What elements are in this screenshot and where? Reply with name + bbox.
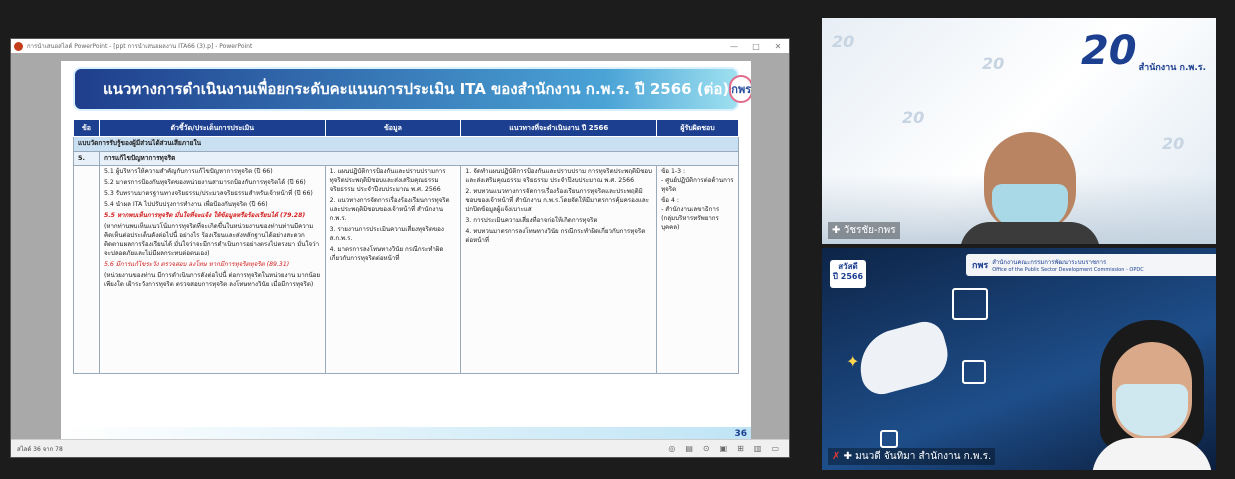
close-button[interactable]: ✕ — [767, 42, 789, 51]
ppt-window-title: การนำเสนอสไลด์ PowerPoint - [ppt การนำเส… — [27, 43, 253, 50]
slideshow-icon[interactable]: ▭ — [771, 444, 779, 453]
note-text: (หน่วยงานของท่าน มีการดำเนินการดังต่อไปน… — [103, 271, 321, 288]
meeting-screen: การนำเสนอสไลด์ PowerPoint - [ppt การนำเส… — [0, 0, 1235, 479]
header-indicator: ตัวชี้วัด/ประเด็นการประเมิน — [98, 118, 326, 138]
notes-icon[interactable]: ◎ — [668, 444, 675, 453]
list-item: 5.2 มาตรการป้องกันทุจริตของหน่วยงานสามาร… — [103, 178, 306, 186]
logo-subtext: สำนักงาน ก.พ.ร. — [1138, 63, 1206, 74]
participant-name-tag: ✚ วัชรชัย-กพร — [828, 222, 900, 239]
list-item: 2. ทบทวนแนวทางการจัดการเรื่องร้องเรียนกา… — [465, 187, 649, 213]
slide-header: แนวทางการดำเนินงานเพื่อยกระดับคะแนนการปร… — [73, 67, 751, 111]
powerpoint-window[interactable]: การนำเสนอสไลด์ PowerPoint - [ppt การนำเส… — [10, 38, 790, 458]
slide-counter: สไลด์ 36 จาก 78 — [17, 445, 63, 453]
comments-icon[interactable]: ▤ — [685, 444, 693, 453]
pin-icon: ✚ — [843, 451, 852, 462]
section-title: แบบวัดการรับรู้ของผู้มีส่วนได้ส่วนเสียภา… — [73, 136, 739, 152]
maximize-button[interactable]: □ — [745, 42, 767, 51]
ita-table: ข้อ ตัวชี้วัด/ประเด็นการประเมิน ข้อมูล แ… — [73, 118, 740, 374]
reindeer-decoration — [851, 317, 955, 399]
slide[interactable]: แนวทางการดำเนินงานเพื่อยกระดับคะแนนการปร… — [61, 61, 751, 441]
slide-title: แนวทางการดำเนินงานเพื่อยกระดับคะแนนการปร… — [103, 80, 730, 98]
highlight-item: 5.5 หากพบเห็นการทุจริต มั่นใจที่จะแจ้ง ใ… — [103, 211, 306, 219]
greeting-badge: สวัสดี ปี 2566 — [830, 260, 866, 288]
highlight-item: 5.6 มีการแก้ไขระวัง ตรวจสอบ ลงโทษ หากมีก… — [103, 260, 290, 268]
list-item: 5.3 รับทราบมาตรฐานทางจริยธรรม/ประมวลจริย… — [103, 189, 313, 197]
participant-name: วัชรชัย-กพร — [843, 225, 896, 236]
gift-icon — [962, 360, 986, 384]
list-item: 3. การประเมินความเสี่ยงที่อาจก่อให้เกิดก… — [465, 216, 598, 224]
powerpoint-icon — [14, 41, 23, 51]
list-item: 5.1 ผู้บริหารให้ความสำคัญกับการแก้ไขปัญห… — [103, 167, 273, 175]
slide-sorter-icon[interactable]: ⊞ — [737, 444, 744, 453]
participant-video — [1092, 320, 1212, 470]
watermark-20: 20 — [902, 108, 925, 127]
gift-icon — [880, 430, 898, 448]
slide-area: แนวทางการดำเนินงานเพื่อยกระดับคะแนนการปร… — [11, 53, 789, 441]
opdc-logo: กพร — [972, 261, 989, 271]
list-item: 5.4 นำผล ITA ไปปรับปรุงการทำงาน เพื่อป้อ… — [103, 200, 268, 208]
sub-title: การแก้ไขปัญหาการทุจริต — [98, 150, 740, 166]
table-header-row: ข้อ ตัวชี้วัด/ประเด็นการประเมิน ข้อมูล แ… — [73, 118, 739, 138]
participant-video — [960, 132, 1100, 244]
banner-title: สำนักงานคณะกรรมการพัฒนาระบบราชการ — [992, 259, 1107, 266]
watermark-20: 20 — [982, 54, 1005, 73]
list-item: - ศูนย์ปฏิบัติการต่อต้านการทุจริต — [661, 176, 734, 193]
normal-view-icon[interactable]: ⊙ — [703, 444, 710, 453]
note-text: (หากท่านพบเห็นแนวโน้มการทุจริตที่จะเกิดข… — [103, 222, 320, 257]
opdc-banner: กพร สำนักงานคณะกรรมการพัฒนาระบบราชการ Of… — [966, 254, 1216, 276]
slide-number: 36 — [734, 429, 747, 439]
outline-view-icon[interactable]: ▣ — [720, 444, 728, 453]
header-info: ข้อมูล — [324, 118, 462, 138]
participant-name-tag: ✗ ✚ มนวดี จันทิมา สำนักงาน ก.พ.ร. — [828, 448, 996, 465]
list-item: 1. จัดทำแผนปฏิบัติการป้องกันและปราบปราม … — [465, 167, 652, 184]
banner-subtitle: Office of the Public Sector Development … — [992, 267, 1144, 273]
video-tile-participant-1[interactable]: 20 20 20 20 20 สำนักงาน ก.พ.ร. ✚ วัชรชัย… — [822, 18, 1216, 244]
video-tile-participant-2[interactable]: สวัสดี ปี 2566 กพร สำนักงานคณะกรรมการพัฒ… — [822, 248, 1216, 470]
pin-icon: ✚ — [832, 225, 841, 236]
watermark-20: 20 — [1162, 134, 1185, 153]
opdc-20-logo: 20 สำนักงาน ก.พ.ร. — [1081, 28, 1206, 74]
greeting-text: สวัสดี — [838, 262, 858, 271]
section-row: แบบวัดการรับรู้ของผู้มีส่วนได้ส่วนเสียภา… — [73, 136, 739, 152]
greeting-year: ปี 2566 — [832, 271, 864, 281]
sub-section-row: 5. การแก้ไขปัญหาการทุจริต — [73, 150, 740, 166]
header-no: ข้อ — [73, 118, 100, 138]
list-item: ข้อ 4 : — [661, 196, 679, 204]
opdc-logo: กพร — [729, 75, 751, 103]
header-plan: แนวทางที่จะดำเนินงาน ปี 2566 — [460, 118, 658, 138]
gift-icon — [952, 288, 988, 320]
table-row: 5.1 ผู้บริหารให้ความสำคัญกับการแก้ไขปัญห… — [73, 164, 739, 374]
ppt-titlebar: การนำเสนอสไลด์ PowerPoint - [ppt การนำเส… — [11, 39, 789, 53]
owner-cell: ข้อ 1-3 : - ศูนย์ปฏิบัติการต่อต้านการทุจ… — [656, 164, 739, 374]
list-item: 2. แนวทางการจัดการเรื่องร้องเรียนการทุจร… — [329, 196, 450, 222]
ppt-statusbar: สไลด์ 36 จาก 78 ◎ ▤ ⊙ ▣ ⊞ ▥ ▭ — [11, 439, 789, 457]
star-icon: ✦ — [846, 352, 860, 371]
face-mask — [1116, 384, 1188, 436]
mic-muted-icon: ✗ — [832, 451, 841, 462]
participant-name: มนวดี จันทิมา สำนักงาน ก.พ.ร. — [855, 451, 992, 462]
header-owner: ผู้รับผิดชอบ — [656, 118, 739, 138]
list-item: 3. รายงานการประเมินความเสี่ยงทุจริตของ ส… — [329, 225, 444, 242]
list-item: 4. มาตรการลงโทษทางวินัย กรณีกระทำผิดเกี่… — [329, 245, 444, 262]
logo-number: 20 — [1080, 28, 1137, 74]
reading-view-icon[interactable]: ▥ — [754, 444, 762, 453]
list-item: ข้อ 1-3 : — [661, 167, 686, 175]
indicator-cell: 5.1 ผู้บริหารให้ความสำคัญกับการแก้ไขปัญห… — [98, 164, 326, 374]
sub-no: 5. — [73, 150, 100, 166]
list-item: 4. ทบทวนมาตรการลงโทษทางวินัย กรณีกระทำผิ… — [465, 227, 646, 244]
plan-cell: 1. จัดทำแผนปฏิบัติการป้องกันและปราบปราม … — [460, 164, 658, 374]
info-cell: 1. แผนปฏิบัติการป้องกันและปราบปรามการทุจ… — [324, 164, 462, 374]
minimize-button[interactable]: — — [723, 42, 745, 51]
watermark-20: 20 — [832, 32, 855, 51]
list-item: - สำนักงานเลขาธิการ (กลุ่มบริหารทรัพยากร… — [661, 205, 720, 231]
view-controls: ◎ ▤ ⊙ ▣ ⊞ ▥ ▭ — [668, 444, 789, 453]
list-item: 1. แผนปฏิบัติการป้องกันและปราบปรามการทุจ… — [329, 167, 446, 193]
